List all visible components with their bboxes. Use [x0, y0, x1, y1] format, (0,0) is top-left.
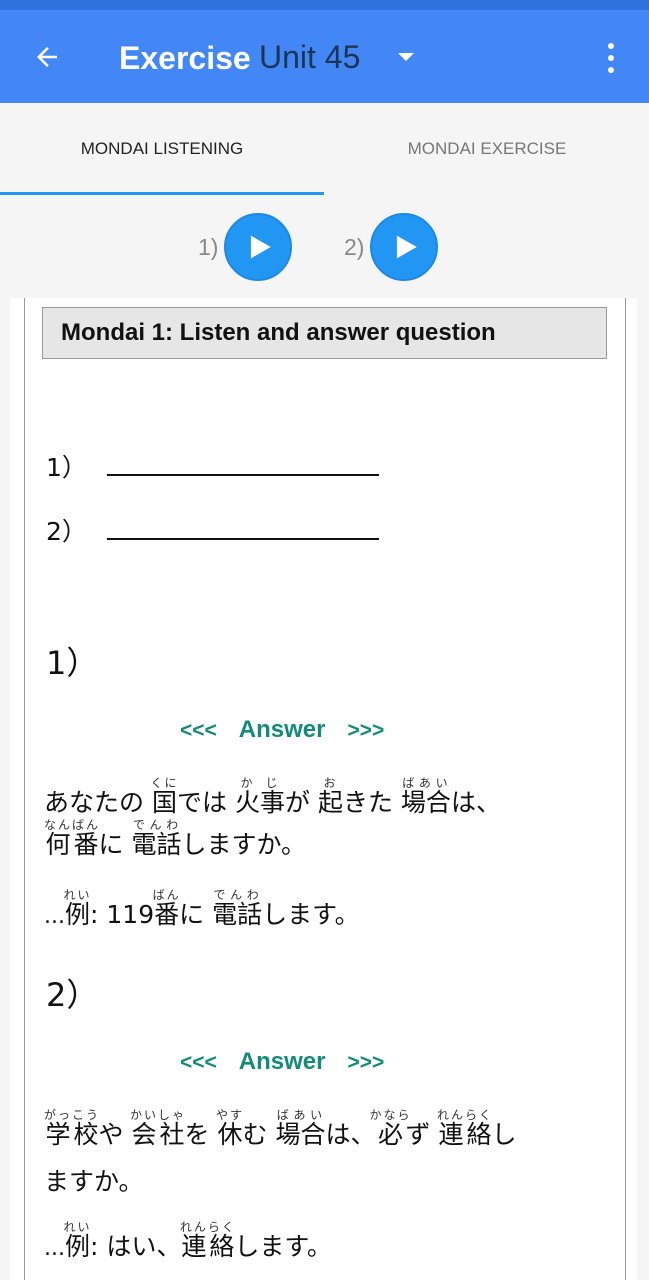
audio-player-label: 2): [344, 233, 365, 260]
answer-left-arrows: <<<: [180, 719, 217, 742]
play-button[interactable]: [370, 213, 439, 281]
answer-label: Answer: [238, 716, 326, 743]
example-answer: ...例れい: 119番ばんに 電話でんわします。: [44, 888, 360, 929]
dropdown-arrow-icon: [398, 53, 415, 61]
answer-right-arrows: >>>: [347, 719, 385, 742]
blank-rule: [106, 532, 379, 540]
question-text: 学校がっこうや 会社かいしゃを 休やすむ 場合ばあいは、必かならず 連絡れんらく…: [44, 1108, 517, 1149]
app-bar: Exercise Unit 45: [0, 10, 649, 103]
question-text: ますか。: [44, 1167, 144, 1196]
blank-number: 2）: [46, 517, 87, 546]
answer-blank: 2）: [46, 512, 379, 548]
blank-rule: [106, 468, 379, 476]
answer-right-arrows: >>>: [347, 1051, 385, 1074]
play-button[interactable]: [224, 213, 293, 281]
unit-selector[interactable]: Unit 45: [259, 36, 415, 78]
audio-player-2: 2): [344, 213, 439, 281]
arrow-left-icon: [37, 47, 57, 67]
audio-player-label: 1): [198, 233, 219, 260]
section-heading: Mondai 1: Listen and answer question: [42, 307, 607, 359]
more-options-button[interactable]: [596, 38, 626, 78]
question-text: 何番なんばんに 電話でんわしますか。: [44, 818, 307, 859]
play-icon: [251, 235, 272, 259]
app-title: Exercise: [119, 40, 251, 76]
answer-toggle[interactable]: <<< Answer >>>: [180, 716, 384, 744]
tab-mondai-exercise[interactable]: MONDAI EXERCISE: [325, 103, 649, 195]
tab-bar: MONDAI LISTENING MONDAI EXERCISE: [0, 103, 649, 195]
audio-player-1: 1): [198, 213, 293, 281]
answer-toggle[interactable]: <<< Answer >>>: [180, 1048, 384, 1076]
question-number: 2）: [46, 976, 99, 1014]
blank-number: 1）: [46, 453, 87, 482]
tab-mondai-listening[interactable]: MONDAI LISTENING: [0, 103, 324, 195]
unit-selector-value: Unit 45: [259, 38, 361, 75]
question-number: 1）: [46, 644, 99, 682]
status-bar: [0, 0, 649, 10]
answer-label: Answer: [238, 1048, 326, 1075]
audio-players: 1) 2): [0, 195, 649, 298]
example-answer: ...例れい: はい、連絡れんらくします。: [44, 1220, 332, 1261]
answer-left-arrows: <<<: [180, 1051, 217, 1074]
question-text: あなたの 国くにでは 火事かじが 起おきた 場合ばあいは、: [44, 776, 501, 817]
more-vertical-icon: [608, 43, 614, 49]
exercise-content: Mondai 1: Listen and answer question 1） …: [10, 298, 637, 1280]
play-icon: [397, 235, 418, 259]
back-button[interactable]: [26, 36, 68, 78]
answer-blank: 1）: [46, 448, 379, 484]
